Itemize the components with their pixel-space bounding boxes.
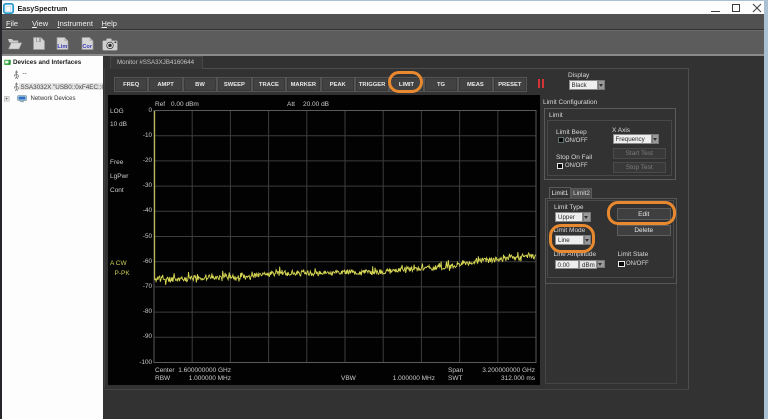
svg-text:Cor: Cor <box>82 44 92 50</box>
svg-text:Lim: Lim <box>57 44 67 50</box>
